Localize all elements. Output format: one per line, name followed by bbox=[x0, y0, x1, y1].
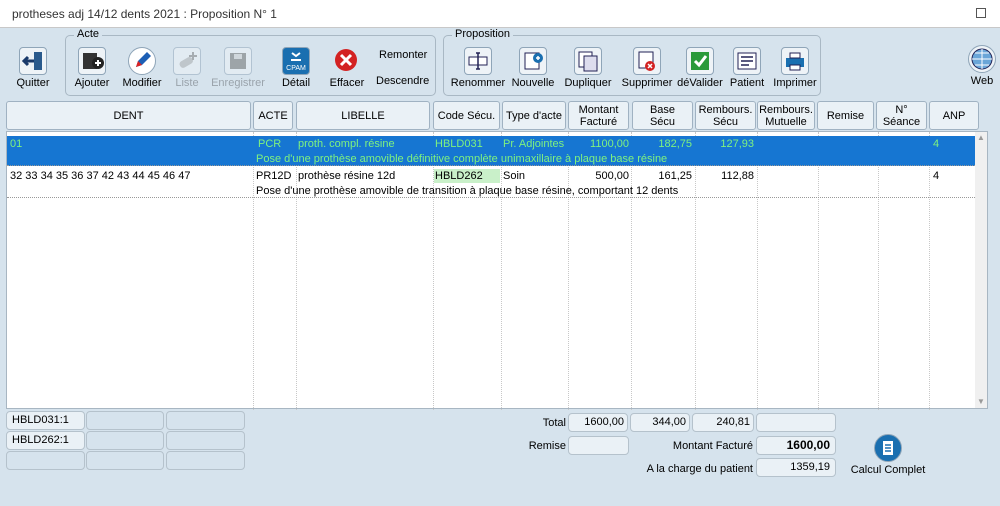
code-summary-1: HBLD031:1 bbox=[6, 411, 85, 430]
cell-montant: 1100,00 bbox=[590, 138, 629, 150]
delete-document-icon bbox=[633, 47, 661, 75]
scroll-down-arrow-icon[interactable]: ▼ bbox=[977, 398, 985, 406]
col-rembours-secu[interactable]: Rembours. Sécu bbox=[695, 101, 756, 130]
col-code-secu[interactable]: Code Sécu. bbox=[433, 101, 500, 130]
cpam-icon: CPAM bbox=[282, 47, 310, 75]
table-header: DENT ACTE LIBELLE Code Sécu. Type d'acte… bbox=[6, 101, 988, 130]
cell-acte: PR12D bbox=[256, 170, 292, 182]
duplicate-icon bbox=[574, 47, 602, 75]
cell-type: Pr. Adjointes bbox=[503, 138, 565, 150]
move-up-button[interactable]: Remonter bbox=[379, 49, 427, 61]
cell-libelle: proth. compl. résine bbox=[298, 138, 395, 150]
new-button[interactable]: Nouvelle bbox=[503, 47, 563, 89]
acts-table: 01 PCR proth. compl. résine HBLD031 Pr. … bbox=[6, 131, 988, 410]
delete-button[interactable]: Effacer bbox=[317, 47, 377, 89]
code-summary-2: HBLD262:1 bbox=[6, 431, 85, 450]
total-base: 344,00 bbox=[630, 413, 690, 432]
calculator-gear-icon bbox=[874, 434, 902, 462]
charge-patient-label: A la charge du patient bbox=[646, 463, 753, 475]
col-base-secu[interactable]: Base Sécu bbox=[632, 101, 693, 130]
maximize-button[interactable] bbox=[976, 8, 986, 18]
code-summary-empty bbox=[86, 411, 164, 430]
patient-card-icon bbox=[733, 47, 761, 75]
cell-rembours: 112,88 bbox=[721, 170, 754, 182]
cell-dent: 01 bbox=[10, 138, 23, 150]
description-text: Pose d'une prothèse amovible définitive … bbox=[256, 153, 668, 165]
calculator-add-icon bbox=[78, 47, 106, 75]
montant-facture-value: 1600,00 bbox=[756, 436, 836, 455]
col-libelle[interactable]: LIBELLE bbox=[296, 101, 430, 130]
save-button[interactable]: Enregistrer bbox=[208, 47, 268, 89]
new-document-icon bbox=[519, 47, 547, 75]
pencil-icon bbox=[128, 47, 156, 75]
total-rembours: 240,81 bbox=[692, 413, 754, 432]
exit-door-icon bbox=[19, 47, 47, 75]
globe-icon bbox=[968, 45, 996, 73]
col-montant[interactable]: Montant Facturé bbox=[568, 101, 629, 130]
vertical-scrollbar[interactable]: ▲ ▼ bbox=[975, 132, 987, 408]
quit-button[interactable]: Quitter bbox=[3, 47, 63, 89]
montant-facture-label: Montant Facturé bbox=[672, 440, 753, 452]
rename-icon bbox=[464, 47, 492, 75]
cell-anp: 4 bbox=[933, 170, 940, 182]
rename-button[interactable]: Renommer bbox=[448, 47, 508, 89]
footer-summary: HBLD031:1 HBLD262:1 Total 1600,00 344,00… bbox=[0, 410, 1000, 506]
printer-icon bbox=[781, 47, 809, 75]
cell-code: HBLD031 bbox=[435, 138, 483, 150]
duplicate-button[interactable]: Dupliquer bbox=[558, 47, 618, 89]
cpam-badge-text: CPAM bbox=[286, 65, 306, 72]
web-button[interactable]: Web bbox=[952, 45, 1000, 87]
cell-type: Soin bbox=[503, 170, 526, 182]
cell-rembours: 127,93 bbox=[720, 138, 754, 150]
cell-montant: 500,00 bbox=[595, 170, 629, 182]
title-bar: protheses adj 14/12 dents 2021 : Proposi… bbox=[0, 0, 1000, 28]
red-x-icon bbox=[333, 47, 361, 75]
col-dent[interactable]: DENT bbox=[6, 101, 251, 130]
scroll-up-arrow-icon[interactable]: ▲ bbox=[977, 134, 985, 142]
col-remise[interactable]: Remise bbox=[817, 101, 874, 130]
cell-anp: 4 bbox=[933, 138, 940, 150]
window-title: protheses adj 14/12 dents 2021 : Proposi… bbox=[12, 7, 277, 21]
col-type-acte[interactable]: Type d'acte bbox=[502, 101, 566, 130]
bandage-add-icon bbox=[173, 47, 201, 75]
description-text: Pose d'une prothèse amovible de transiti… bbox=[256, 185, 679, 197]
toolbar: Quitter Acte Ajouter Modifier Liste Enre… bbox=[0, 28, 1000, 99]
calcul-complet-button[interactable]: Calcul Complet bbox=[848, 434, 928, 476]
col-anp[interactable]: ANP bbox=[929, 101, 979, 130]
code-summary-empty bbox=[6, 451, 85, 470]
checkmark-icon bbox=[686, 47, 714, 75]
col-rembours-mutuelle[interactable]: Rembours. Mutuelle bbox=[757, 101, 815, 130]
cell-base: 182,75 bbox=[658, 138, 692, 150]
total-label: Total bbox=[542, 417, 566, 429]
remise-label: Remise bbox=[528, 440, 566, 452]
cell-acte: PCR bbox=[258, 138, 282, 150]
code-summary-empty bbox=[166, 431, 245, 450]
cell-base: 161,25 bbox=[658, 170, 692, 182]
row-description: Pose d'une prothèse amovible définitive … bbox=[7, 152, 977, 166]
move-down-button[interactable]: Descendre bbox=[376, 75, 429, 87]
cell-libelle: prothèse résine 12d bbox=[298, 170, 396, 182]
table-row[interactable]: 01 PCR proth. compl. résine HBLD031 Pr. … bbox=[7, 136, 977, 152]
code-summary-empty bbox=[166, 411, 245, 430]
cell-dent: 32 33 34 35 36 37 42 43 44 45 46 47 bbox=[10, 170, 191, 182]
charge-patient-value: 1359,19 bbox=[756, 458, 836, 477]
row-description: Pose d'une prothèse amovible de transiti… bbox=[7, 184, 977, 198]
cell-code: HBLD262 bbox=[434, 169, 500, 183]
col-seance[interactable]: N° Séance bbox=[876, 101, 927, 130]
print-button[interactable]: Imprimer bbox=[765, 47, 825, 89]
code-summary-empty bbox=[166, 451, 245, 470]
total-montant: 1600,00 bbox=[568, 413, 628, 432]
floppy-disk-icon bbox=[224, 47, 252, 75]
col-acte[interactable]: ACTE bbox=[253, 101, 293, 130]
delete-proposition-button[interactable]: Supprimer bbox=[617, 47, 677, 89]
code-summary-empty bbox=[86, 431, 164, 450]
table-row[interactable]: 32 33 34 35 36 37 42 43 44 45 46 47 PR12… bbox=[7, 168, 977, 184]
total-mutuelle bbox=[756, 413, 836, 432]
proposition-group-label: Proposition bbox=[452, 28, 514, 40]
acte-group-label: Acte bbox=[74, 28, 103, 40]
code-summary-empty bbox=[86, 451, 164, 470]
